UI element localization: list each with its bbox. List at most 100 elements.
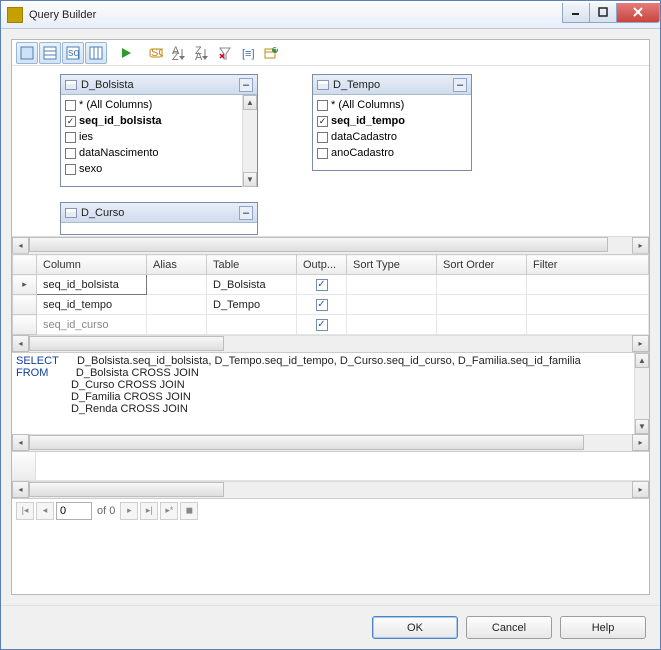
results-hscroll[interactable]: ◂▸ bbox=[12, 481, 649, 498]
results-pane[interactable] bbox=[12, 451, 649, 481]
column-name[interactable]: * (All Columns) bbox=[79, 99, 152, 111]
svg-text:A: A bbox=[195, 51, 203, 60]
checkbox[interactable] bbox=[65, 148, 76, 159]
grid-row[interactable]: ▸ seq_id_bolsista D_Bolsista bbox=[13, 275, 649, 295]
checkbox[interactable] bbox=[65, 116, 76, 127]
svg-text:[≡]: [≡] bbox=[242, 48, 255, 60]
output-checkbox[interactable] bbox=[316, 279, 328, 291]
sql-text: D_Curso CROSS JOIN bbox=[71, 379, 185, 391]
client-area: sql SQL AZ ZA [≡] + D_Bolsista– * (All C… bbox=[1, 29, 660, 605]
add-table-button[interactable]: + bbox=[260, 42, 282, 64]
help-button[interactable]: Help bbox=[560, 616, 646, 639]
titlebar[interactable]: Query Builder bbox=[1, 1, 660, 29]
app-icon bbox=[7, 7, 23, 23]
col-header-filter[interactable]: Filter bbox=[527, 255, 649, 275]
col-header-column[interactable]: Column bbox=[37, 255, 147, 275]
minimize-button[interactable] bbox=[562, 3, 590, 23]
column-list[interactable]: * (All Columns) seq_id_tempo dataCadastr… bbox=[313, 95, 471, 163]
cell-table[interactable]: D_Bolsista bbox=[207, 275, 297, 295]
output-checkbox[interactable] bbox=[316, 319, 328, 331]
table-d-bolsista[interactable]: D_Bolsista– * (All Columns) seq_id_bolsi… bbox=[60, 74, 258, 187]
sql-hscroll[interactable]: ◂▸ bbox=[12, 434, 649, 451]
verify-sql-button[interactable]: SQL bbox=[145, 42, 167, 64]
minimize-icon[interactable]: – bbox=[239, 206, 253, 220]
checkbox[interactable] bbox=[317, 132, 328, 143]
column-name[interactable]: sexo bbox=[79, 163, 102, 175]
sql-text: D_Renda CROSS JOIN bbox=[71, 403, 188, 415]
table-d-tempo[interactable]: D_Tempo– * (All Columns) seq_id_tempo da… bbox=[312, 74, 472, 171]
vertical-scrollbar[interactable]: ▲▼ bbox=[242, 95, 257, 187]
sql-keyword: SELECT bbox=[16, 355, 59, 367]
pane-grid-button[interactable] bbox=[39, 42, 61, 64]
cell-alias[interactable] bbox=[147, 275, 207, 295]
remove-filter-button[interactable] bbox=[214, 42, 236, 64]
column-name[interactable]: seq_id_bolsista bbox=[79, 115, 162, 127]
diagram-hscroll[interactable]: ◂▸ bbox=[12, 236, 649, 253]
sql-pane[interactable]: SELECT D_Bolsista.seq_id_bolsista, D_Tem… bbox=[12, 352, 649, 434]
record-navigator[interactable]: |◂ ◂ of 0 ▸ ▸| ▸* ◼ bbox=[12, 498, 649, 522]
svg-text:sql: sql bbox=[68, 47, 80, 59]
svg-text:SQL: SQL bbox=[151, 47, 163, 59]
sql-vscroll[interactable]: ▲▼ bbox=[634, 353, 649, 434]
cell-table[interactable]: D_Tempo bbox=[207, 295, 297, 315]
maximize-button[interactable] bbox=[589, 3, 617, 23]
nav-last-button[interactable]: ▸| bbox=[140, 502, 158, 520]
sort-asc-button[interactable]: AZ bbox=[168, 42, 190, 64]
checkbox[interactable] bbox=[65, 132, 76, 143]
cell-column[interactable]: seq_id_bolsista bbox=[37, 275, 147, 295]
run-button[interactable] bbox=[115, 42, 137, 64]
diagram-pane[interactable]: D_Bolsista– * (All Columns) seq_id_bolsi… bbox=[12, 66, 649, 236]
sort-desc-button[interactable]: ZA bbox=[191, 42, 213, 64]
pane-sql-button[interactable]: sql bbox=[62, 42, 84, 64]
grid-hscroll[interactable]: ◂▸ bbox=[12, 335, 649, 352]
checkbox[interactable] bbox=[317, 116, 328, 127]
close-button[interactable] bbox=[616, 3, 660, 23]
col-header-alias[interactable]: Alias bbox=[147, 255, 207, 275]
group-by-button[interactable]: [≡] bbox=[237, 42, 259, 64]
minimize-icon[interactable]: – bbox=[453, 78, 467, 92]
column-name[interactable]: seq_id_tempo bbox=[331, 115, 405, 127]
col-header-table[interactable]: Table bbox=[207, 255, 297, 275]
nav-prev-button[interactable]: ◂ bbox=[36, 502, 54, 520]
column-name[interactable]: dataNascimento bbox=[79, 147, 159, 159]
col-header-sorttype[interactable]: Sort Type bbox=[347, 255, 437, 275]
table-d-curso[interactable]: D_Curso– bbox=[60, 202, 258, 235]
column-name[interactable]: ies bbox=[79, 131, 93, 143]
table-title: D_Tempo bbox=[333, 79, 449, 91]
sql-text: D_Familia CROSS JOIN bbox=[71, 391, 191, 403]
checkbox[interactable] bbox=[65, 100, 76, 111]
table-icon bbox=[65, 208, 77, 218]
nav-first-button[interactable]: |◂ bbox=[16, 502, 34, 520]
cancel-button[interactable]: Cancel bbox=[466, 616, 552, 639]
svg-text:+: + bbox=[273, 46, 278, 55]
nav-of-label: of 0 bbox=[94, 505, 118, 517]
checkbox[interactable] bbox=[317, 100, 328, 111]
nav-next-button[interactable]: ▸ bbox=[120, 502, 138, 520]
toolbar: sql SQL AZ ZA [≡] + bbox=[12, 40, 649, 66]
cell-column[interactable]: seq_id_tempo bbox=[37, 295, 147, 315]
grid-row[interactable]: seq_id_curso bbox=[13, 315, 649, 335]
nav-position-input[interactable] bbox=[56, 502, 92, 520]
checkbox[interactable] bbox=[317, 148, 328, 159]
column-list[interactable]: * (All Columns) seq_id_bolsista ies data… bbox=[61, 95, 257, 179]
pane-results-button[interactable] bbox=[85, 42, 107, 64]
ok-button[interactable]: OK bbox=[372, 616, 458, 639]
criteria-grid[interactable]: Column Alias Table Outp... Sort Type Sor… bbox=[12, 253, 649, 335]
column-name[interactable]: dataCadastro bbox=[331, 131, 397, 143]
col-header-sortorder[interactable]: Sort Order bbox=[437, 255, 527, 275]
checkbox[interactable] bbox=[65, 164, 76, 175]
minimize-icon[interactable]: – bbox=[239, 78, 253, 92]
output-checkbox[interactable] bbox=[316, 299, 328, 311]
sql-text: D_Bolsista.seq_id_bolsista, D_Tempo.seq_… bbox=[77, 355, 581, 367]
column-name[interactable]: anoCadastro bbox=[331, 147, 394, 159]
col-header-output[interactable]: Outp... bbox=[297, 255, 347, 275]
svg-text:Z: Z bbox=[172, 51, 179, 60]
column-name[interactable]: * (All Columns) bbox=[331, 99, 404, 111]
nav-new-button[interactable]: ▸* bbox=[160, 502, 178, 520]
sql-text: D_Bolsista CROSS JOIN bbox=[76, 367, 199, 379]
cell-column[interactable]: seq_id_curso bbox=[37, 315, 147, 335]
grid-row[interactable]: seq_id_tempo D_Tempo bbox=[13, 295, 649, 315]
dialog-footer: OK Cancel Help bbox=[1, 605, 660, 649]
nav-stop-button[interactable]: ◼ bbox=[180, 502, 198, 520]
pane-diagram-button[interactable] bbox=[16, 42, 38, 64]
